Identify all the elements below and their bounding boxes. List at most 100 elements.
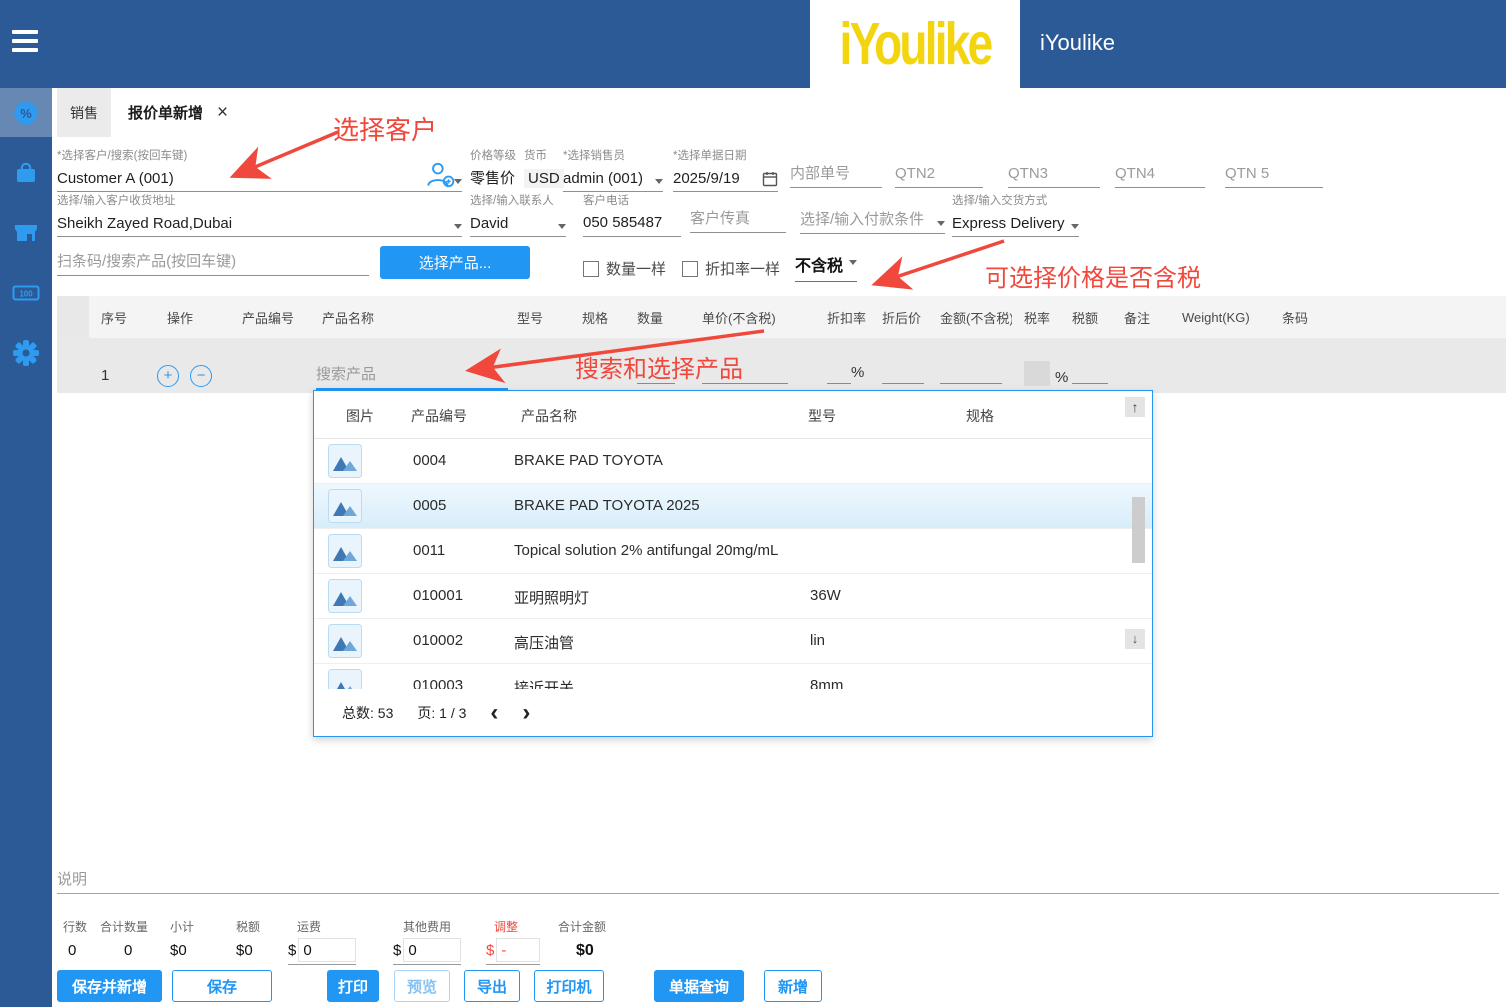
sidebar-item-sales[interactable]: % bbox=[0, 88, 52, 137]
sidebar-item-purchase[interactable] bbox=[0, 148, 52, 197]
phone-field[interactable] bbox=[583, 209, 681, 237]
tab-sales[interactable]: 销售 bbox=[57, 88, 111, 137]
row-product-code bbox=[230, 384, 310, 393]
col-tax-amount: 税额 bbox=[1060, 308, 1112, 327]
next-page-button[interactable]: › bbox=[522, 701, 530, 725]
barcode-scan-field[interactable] bbox=[57, 248, 369, 276]
discount-same-checkbox[interactable] bbox=[682, 261, 698, 277]
stat-label: 小计 bbox=[170, 918, 194, 935]
delivery-label: 选择/输入交货方式 bbox=[952, 192, 1079, 208]
contact-label: 选择/输入联系人 bbox=[470, 192, 566, 208]
doc-date-value: 2025/9/19 bbox=[673, 170, 740, 187]
scroll-down-button[interactable]: ↓ bbox=[1125, 629, 1145, 649]
prev-page-button[interactable]: ‹ bbox=[490, 701, 498, 725]
sidebar-item-store[interactable] bbox=[0, 208, 52, 257]
sidebar-item-finance[interactable]: 100 bbox=[0, 268, 52, 317]
contact-select[interactable]: 选择/输入联系人 David bbox=[470, 192, 566, 237]
logo: iYoulike bbox=[810, 0, 1020, 88]
qtn3-field[interactable] bbox=[1008, 160, 1100, 188]
tax-rate-input[interactable] bbox=[1024, 361, 1050, 386]
discount-rate-input[interactable] bbox=[827, 362, 851, 384]
picker-row[interactable]: 0004 BRAKE PAD TOYOTA bbox=[314, 439, 1152, 484]
qtn5-input[interactable] bbox=[1225, 160, 1323, 188]
picker-row[interactable]: 010001 亚明照明灯 36W bbox=[314, 574, 1152, 619]
qtn2-field[interactable] bbox=[895, 160, 983, 188]
customer-select[interactable]: *选择客户/搜索(按回车键) Customer A (001) bbox=[57, 147, 462, 192]
save-button[interactable]: 保存 bbox=[172, 970, 272, 1002]
tab-quotation-new[interactable]: 报价单新增 × bbox=[120, 88, 236, 137]
currency-sign: $ bbox=[486, 942, 494, 959]
picker-row[interactable]: 010003 接近开关 8mm bbox=[314, 664, 1152, 689]
discounted-price-input[interactable] bbox=[882, 362, 924, 384]
fax-field[interactable] bbox=[690, 205, 786, 233]
scroll-up-button[interactable]: ↑ bbox=[1125, 397, 1145, 417]
shopping-bag-icon bbox=[13, 160, 39, 186]
picker-row-highlighted[interactable]: 0005 BRAKE PAD TOYOTA 2025 bbox=[314, 484, 1152, 529]
barcode-scan-input[interactable] bbox=[57, 248, 369, 276]
product-name: 高压油管 bbox=[514, 632, 574, 653]
row-actions: + − bbox=[155, 365, 230, 393]
amount-input[interactable] bbox=[940, 362, 1002, 384]
salesman-value: admin (001) bbox=[563, 170, 643, 187]
document-query-button[interactable]: 单据查询 bbox=[654, 970, 744, 1002]
select-product-button[interactable]: 选择产品... bbox=[380, 246, 530, 279]
product-search-input[interactable] bbox=[316, 360, 508, 390]
save-and-new-button[interactable]: 保存并新增 bbox=[57, 970, 162, 1002]
row-spacer bbox=[57, 384, 89, 393]
row-amount bbox=[928, 362, 1012, 393]
stat-line-count: 行数 0 bbox=[63, 918, 87, 959]
qtn4-field[interactable] bbox=[1115, 160, 1205, 188]
customer-label: *选择客户/搜索(按回车键) bbox=[57, 147, 462, 163]
tax-amount-input[interactable] bbox=[1072, 362, 1108, 384]
print-button[interactable]: 打印 bbox=[327, 970, 379, 1002]
stat-grand-total: 合计金额 $0 bbox=[558, 918, 606, 960]
scrollbar-thumb[interactable] bbox=[1132, 497, 1145, 563]
internal-no-field[interactable] bbox=[790, 160, 882, 188]
svg-text:%: % bbox=[20, 105, 32, 120]
product-code: 010002 bbox=[413, 632, 463, 649]
sidebar-item-settings[interactable] bbox=[0, 328, 52, 377]
preview-button[interactable]: 预览 bbox=[394, 970, 450, 1002]
delivery-method-select[interactable]: 选择/输入交货方式 Express Delivery bbox=[952, 192, 1079, 237]
app-title: iYoulike bbox=[1040, 30, 1115, 56]
product-model: 36W bbox=[810, 587, 841, 604]
tax-mode-select[interactable]: 不含税 bbox=[795, 252, 857, 282]
menu-icon[interactable] bbox=[12, 30, 38, 54]
percent-sign: % bbox=[851, 364, 864, 381]
phone-input[interactable]: 客户电话 bbox=[583, 192, 681, 237]
freight-input[interactable] bbox=[298, 938, 356, 962]
picker-row[interactable]: 0011 Topical solution 2% antifungal 20mg… bbox=[314, 529, 1152, 574]
discount-same-checkbox-group: 折扣率一样 bbox=[682, 258, 780, 279]
payment-terms-select[interactable]: 选择/输入付款条件 bbox=[800, 192, 945, 234]
other-fee-input[interactable] bbox=[403, 938, 461, 962]
qtn3-input[interactable] bbox=[1008, 160, 1100, 188]
address-select[interactable]: 选择/输入客户收货地址 Sheikh Zayed Road,Dubai bbox=[57, 192, 462, 237]
price-level-label: 价格等级 bbox=[470, 147, 518, 163]
export-button[interactable]: 导出 bbox=[464, 970, 520, 1002]
stat-total-qty: 合计数量 0 bbox=[100, 918, 148, 959]
doc-date-picker[interactable]: *选择单据日期 2025/9/19 bbox=[673, 147, 778, 192]
qtn2-input[interactable] bbox=[895, 160, 983, 188]
top-header: iYoulike iYoulike bbox=[0, 0, 1506, 88]
calendar-icon[interactable] bbox=[762, 171, 778, 187]
product-model: lin bbox=[810, 632, 825, 649]
new-button[interactable]: 新增 bbox=[764, 970, 822, 1002]
printer-button[interactable]: 打印机 bbox=[534, 970, 604, 1002]
internal-no-input[interactable] bbox=[790, 160, 882, 188]
picker-row[interactable]: 010002 高压油管 lin bbox=[314, 619, 1152, 664]
close-icon[interactable]: × bbox=[217, 103, 228, 122]
remove-row-button[interactable]: − bbox=[190, 365, 212, 387]
qtn4-input[interactable] bbox=[1115, 160, 1205, 188]
qtn5-field[interactable] bbox=[1225, 160, 1323, 188]
product-image-icon bbox=[328, 579, 362, 617]
salesman-label: *选择销售员 bbox=[563, 147, 663, 163]
note-input[interactable] bbox=[57, 866, 1499, 894]
note-field[interactable] bbox=[57, 866, 1499, 894]
add-row-button[interactable]: + bbox=[157, 365, 179, 387]
col-weight: Weight(KG) bbox=[1170, 310, 1270, 325]
adjustment-input[interactable] bbox=[496, 938, 540, 962]
fax-input[interactable] bbox=[690, 205, 786, 233]
qty-same-checkbox[interactable] bbox=[583, 261, 599, 277]
salesman-select[interactable]: *选择销售员 admin (001) bbox=[563, 147, 663, 192]
add-customer-button[interactable] bbox=[424, 160, 456, 195]
